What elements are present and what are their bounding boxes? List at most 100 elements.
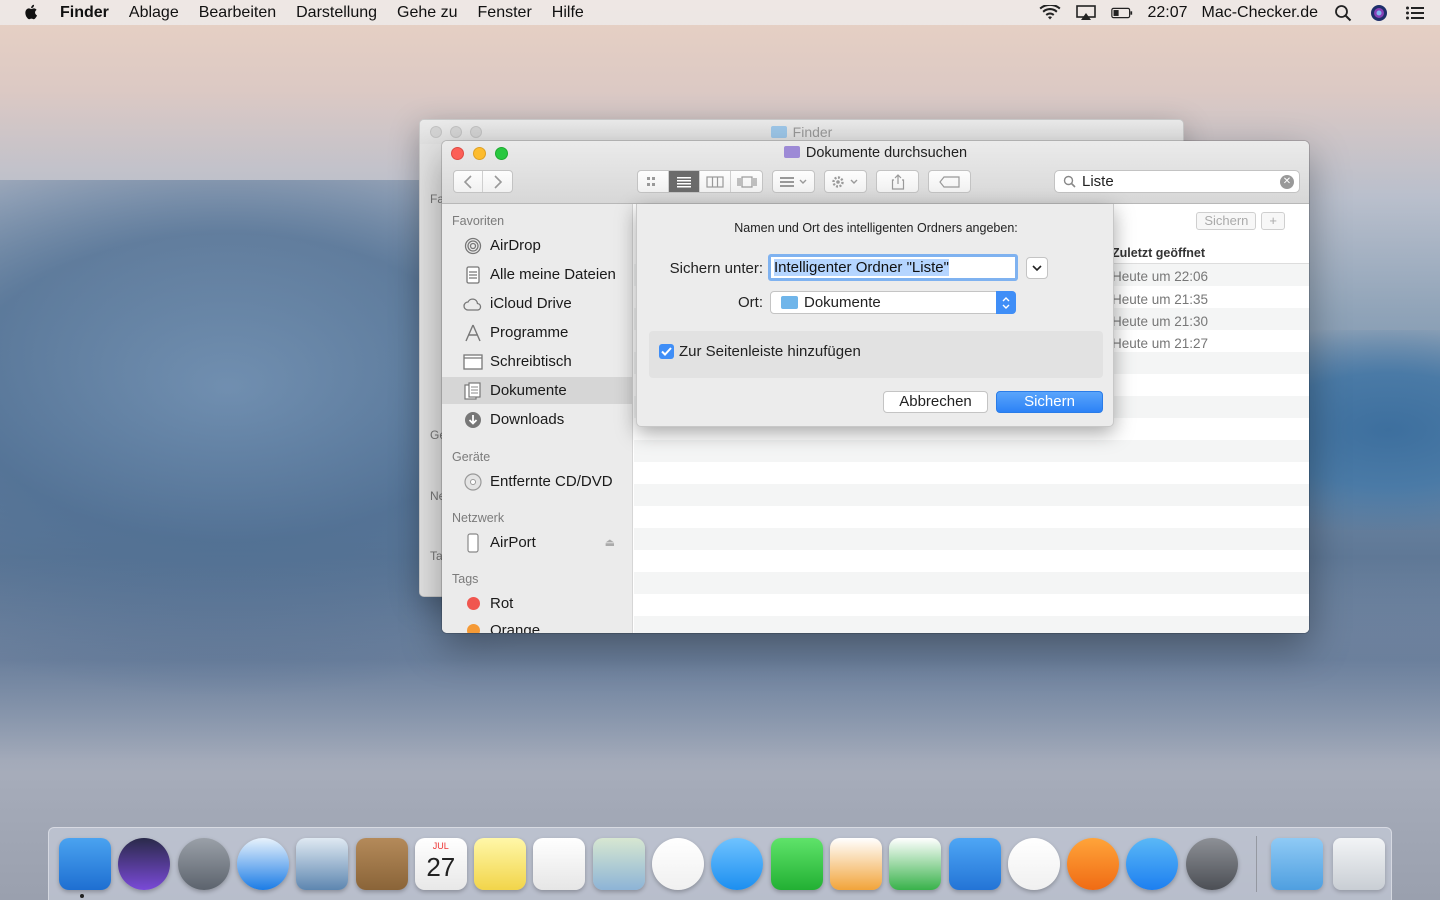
gallery-view-button[interactable] [731, 171, 762, 192]
sidebar-item-applications[interactable]: Programme [442, 319, 632, 346]
add-to-sidebar-label[interactable]: Zur Seitenleiste hinzufügen [679, 343, 861, 360]
spotlight-search-icon[interactable] [1332, 4, 1354, 21]
menu-fenster[interactable]: Fenster [478, 4, 532, 22]
contacts-icon[interactable] [355, 838, 408, 890]
pages-icon[interactable] [829, 838, 882, 890]
group-by-button[interactable] [772, 170, 815, 193]
clear-search-icon[interactable]: ✕ [1280, 175, 1294, 189]
tag-orange-icon [462, 621, 484, 633]
downloads-icon [462, 410, 484, 430]
background-window-title: Finder [792, 124, 833, 140]
sidebar-item-desktop[interactable]: Schreibtisch [442, 348, 632, 375]
window-title: Dokumente durchsuchen [442, 145, 1309, 161]
menu-clock[interactable]: 22:07 [1147, 4, 1187, 22]
menu-bearbeiten[interactable]: Bearbeiten [199, 4, 276, 22]
search-input[interactable]: Liste [1082, 173, 1114, 190]
airport-icon [462, 532, 484, 553]
sidebar-item-downloads[interactable]: Downloads [442, 406, 632, 433]
expand-dialog-button[interactable] [1026, 257, 1048, 279]
eject-icon[interactable]: ⏏ [605, 536, 615, 549]
facetime-icon[interactable] [770, 838, 823, 890]
messages-icon[interactable] [711, 838, 764, 890]
siri-icon[interactable] [118, 838, 171, 890]
menu-user[interactable]: Mac-Checker.de [1202, 4, 1319, 22]
apple-menu-icon[interactable] [22, 3, 40, 21]
sidebar-item-label: Schreibtisch [490, 353, 572, 370]
action-gear-button[interactable] [824, 170, 867, 193]
menu-darstellung[interactable]: Darstellung [296, 4, 377, 22]
system-preferences-icon[interactable] [1185, 838, 1238, 890]
sidebar: Favoriten AirDrop Alle meine Dateien iCl… [442, 204, 633, 633]
column-header-last-opened[interactable]: Zuletzt geöffnet [1112, 242, 1309, 264]
sidebar-item-airport[interactable]: AirPort ⏏ [442, 529, 632, 556]
save-search-button[interactable]: Sichern [1196, 212, 1257, 230]
location-label: Ort: [738, 294, 763, 311]
ibooks-icon[interactable] [1067, 838, 1120, 890]
launchpad-icon[interactable] [177, 838, 230, 890]
dock-separator [1256, 836, 1257, 892]
disc-icon [462, 472, 484, 492]
back-button[interactable] [454, 171, 483, 192]
back-forward-control [453, 170, 513, 193]
add-criteria-button[interactable]: + [1261, 212, 1285, 230]
sidebar-item-documents[interactable]: Dokumente [442, 377, 632, 404]
trash-icon[interactable] [1333, 838, 1385, 890]
airplay-icon[interactable] [1075, 4, 1097, 21]
menu-hilfe[interactable]: Hilfe [552, 4, 584, 22]
sidebar-item-airdrop[interactable]: AirDrop [442, 232, 632, 259]
cloud-icon [462, 294, 484, 314]
column-view-button[interactable] [700, 171, 731, 192]
table-row[interactable]: Heute um 22:06 [1112, 269, 1208, 284]
cancel-button[interactable]: Abbrechen [883, 391, 988, 413]
menu-bar: Finder Ablage Bearbeiten Darstellung Geh… [0, 0, 1440, 25]
notification-center-icon[interactable] [1404, 5, 1426, 21]
tag-red-icon [462, 594, 484, 614]
menu-ablage[interactable]: Ablage [129, 4, 179, 22]
itunes-icon[interactable] [1007, 838, 1060, 890]
table-row[interactable]: Heute um 21:30 [1112, 314, 1208, 329]
sidebar-item-remote-disc[interactable]: Entfernte CD/DVD [442, 468, 632, 495]
reminders-icon[interactable] [533, 838, 586, 890]
keynote-icon[interactable] [948, 838, 1001, 890]
menu-app-name[interactable]: Finder [60, 4, 109, 22]
background-window-sidebar: Fa Ge Ne Ta [420, 144, 446, 596]
app-store-icon[interactable] [1126, 838, 1179, 890]
sidebar-item-all-files[interactable]: Alle meine Dateien [442, 261, 632, 288]
numbers-icon[interactable] [889, 838, 942, 890]
wifi-icon[interactable] [1039, 4, 1061, 21]
finder-icon[interactable] [59, 838, 111, 890]
calendar-month: JUL [432, 841, 449, 851]
location-popup[interactable]: Dokumente [770, 291, 1016, 314]
menu-gehe-zu[interactable]: Gehe zu [397, 4, 457, 22]
sidebar-item-tag-red[interactable]: Rot [442, 590, 632, 617]
siri-icon[interactable] [1368, 4, 1390, 21]
running-indicator [80, 894, 84, 898]
add-to-sidebar-checkbox[interactable] [659, 344, 674, 359]
tag-button[interactable] [928, 170, 971, 193]
battery-icon[interactable] [1111, 5, 1133, 21]
tag-dot [466, 597, 480, 610]
sidebar-item-label: Dokumente [490, 382, 567, 399]
calendar-icon[interactable]: JUL 27 [414, 838, 467, 890]
table-row[interactable]: Heute um 21:27 [1112, 336, 1208, 351]
sidebar-item-icloud-drive[interactable]: iCloud Drive [442, 290, 632, 317]
location-value: Dokumente [804, 294, 881, 311]
safari-icon[interactable] [236, 838, 289, 890]
mail-icon[interactable] [296, 838, 349, 890]
forward-button[interactable] [483, 171, 512, 192]
sidebar-item-tag-orange[interactable]: Orange [442, 617, 632, 633]
share-button[interactable] [876, 170, 919, 193]
preview-icon[interactable] [592, 838, 645, 890]
photos-icon[interactable] [652, 838, 704, 890]
icon-view-button[interactable] [638, 171, 669, 192]
tag-dot [466, 624, 480, 633]
list-view-button[interactable] [669, 171, 700, 192]
downloads-folder-icon[interactable] [1271, 838, 1323, 890]
sidebar-item-label: Orange [490, 622, 541, 633]
save-button[interactable]: Sichern [996, 391, 1103, 413]
save-as-value[interactable]: Intelligenter Ordner "Liste" [774, 259, 949, 276]
notes-icon[interactable] [474, 838, 527, 890]
table-row[interactable]: Heute um 21:35 [1112, 292, 1208, 307]
search-field[interactable]: Liste ✕ [1054, 170, 1300, 193]
save-as-field[interactable]: Intelligenter Ordner "Liste" [768, 254, 1018, 281]
